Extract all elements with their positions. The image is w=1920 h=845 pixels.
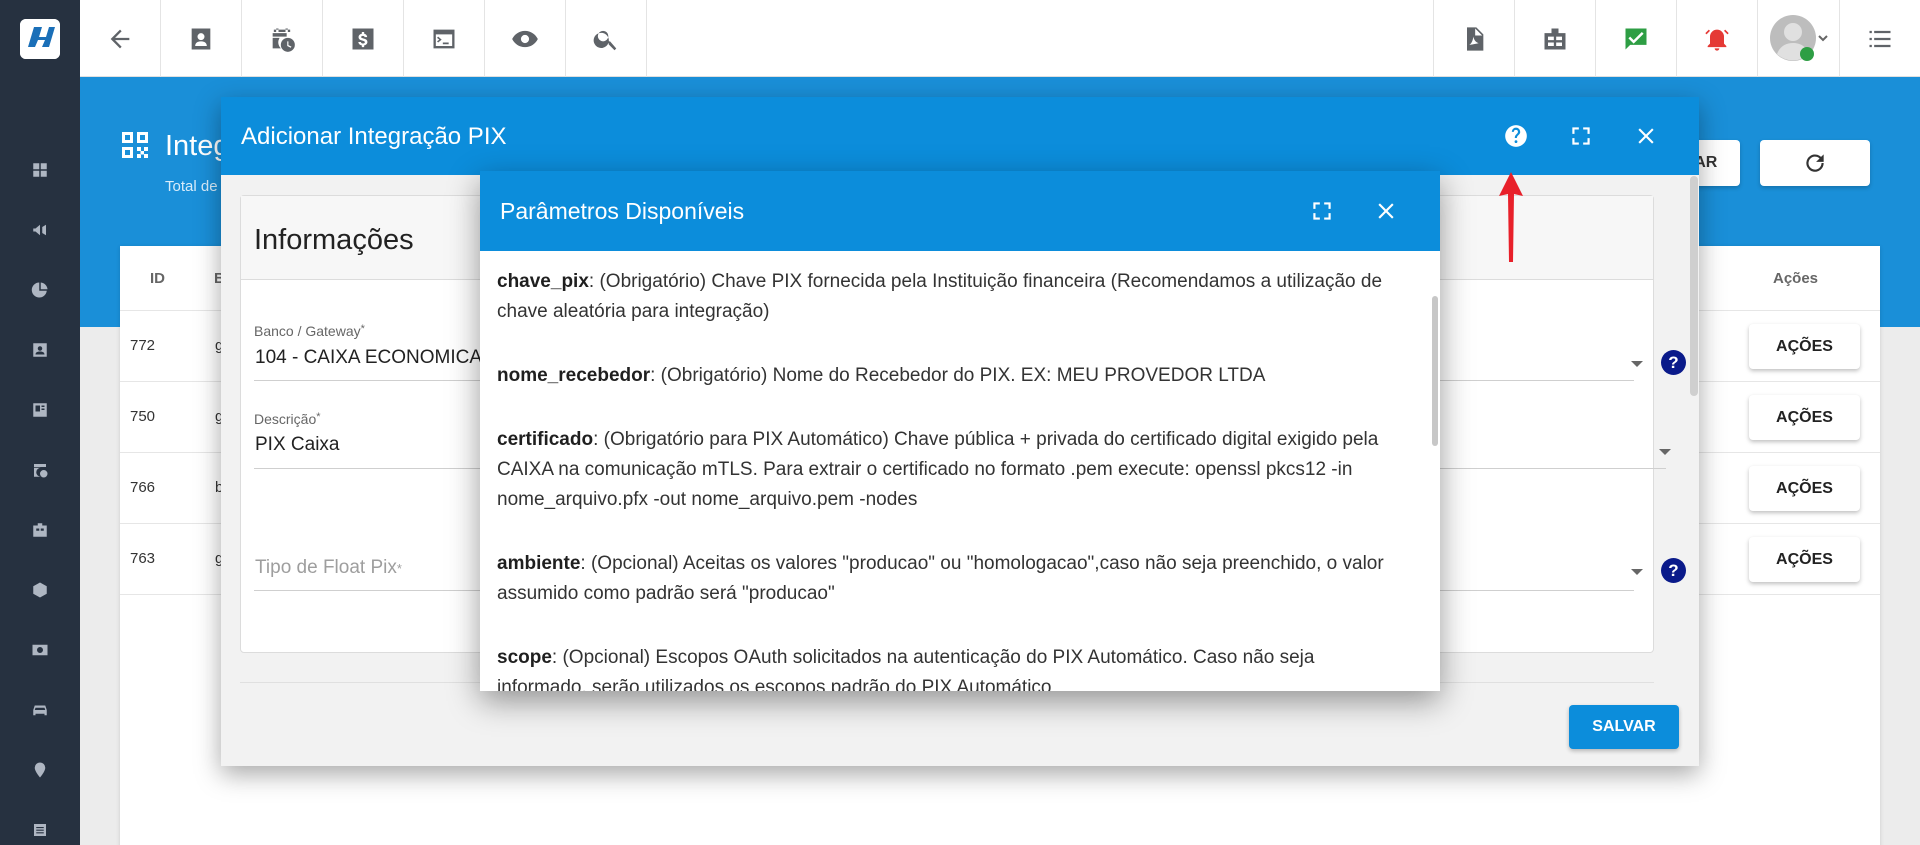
dollar-icon[interactable] [323, 0, 404, 77]
help-icon[interactable] [1502, 122, 1530, 150]
app-logo[interactable] [0, 0, 80, 77]
param-item: ambiente: (Opcional) Aceitas os valores … [497, 549, 1407, 609]
user-avatar[interactable] [1757, 0, 1839, 77]
param-description: : (Obrigatório para PIX Automático) Chav… [497, 429, 1379, 510]
params-scrollbar[interactable] [1432, 296, 1438, 446]
annotation-arrow-icon [1499, 172, 1523, 262]
logo-icon [20, 18, 60, 59]
param-name: scope [497, 647, 552, 668]
float-dropdown-caret-icon[interactable] [1631, 569, 1643, 575]
check-message-icon[interactable] [1595, 0, 1676, 77]
param-item: scope: (Opcional) Escopos OAuth solicita… [497, 643, 1407, 691]
terminal-icon[interactable] [404, 0, 485, 77]
alarm-icon[interactable] [1676, 0, 1757, 77]
fullscreen-icon[interactable] [1567, 122, 1595, 150]
param-description: : (Obrigatório) Nome do Recebedor do PIX… [650, 365, 1266, 386]
float-type-select[interactable]: Tipo de Float Pix* [255, 557, 402, 579]
bank-help-icon[interactable]: ? [1661, 350, 1686, 375]
close-icon[interactable] [1372, 197, 1400, 225]
param-item: chave_pix: (Obrigatório) Chave PIX forne… [497, 267, 1407, 327]
bank-gateway-select[interactable]: 104 - CAIXA ECONOMICA [255, 347, 482, 369]
params-list: chave_pix: (Obrigatório) Chave PIX forne… [497, 267, 1407, 691]
info-card-title: Informações [254, 224, 414, 256]
search-icon[interactable] [566, 0, 647, 77]
param-item: certificado: (Obrigatório para PIX Autom… [497, 425, 1407, 515]
dialog-scrollbar[interactable] [1690, 176, 1698, 396]
param-name: ambiente [497, 553, 581, 574]
available-parameters-dialog: Parâmetros Disponíveis chave_pix: (Obrig… [480, 171, 1440, 691]
description-label: Descrição* [254, 411, 321, 427]
bank-gateway-label: Banco / Gateway* [254, 323, 365, 339]
pdf-icon[interactable] [1433, 0, 1514, 77]
dialog-title: Adicionar Integração PIX [241, 123, 507, 150]
bank-dropdown-caret-icon[interactable] [1631, 361, 1643, 367]
param-name: certificado [497, 429, 594, 450]
contact-icon[interactable] [161, 0, 242, 77]
top-toolbar [80, 0, 1920, 77]
menu-list-icon[interactable] [1839, 0, 1920, 77]
eye-icon[interactable] [485, 0, 566, 77]
back-arrow-icon[interactable] [80, 0, 161, 77]
dialog-header: Adicionar Integração PIX [221, 97, 1699, 175]
params-dialog-header: Parâmetros Disponíveis [480, 171, 1440, 251]
param-name: chave_pix [497, 271, 589, 292]
building-icon[interactable] [1514, 0, 1595, 77]
param-description: : (Obrigatório) Chave PIX fornecida pela… [497, 271, 1383, 322]
param-description: : (Opcional) Escopos OAuth solicitados n… [497, 647, 1315, 691]
float-help-icon[interactable]: ? [1661, 558, 1686, 583]
description-input[interactable]: PIX Caixa [255, 434, 339, 456]
close-icon[interactable] [1632, 122, 1660, 150]
param-description: : (Opcional) Aceitas os valores "produca… [497, 553, 1384, 604]
params-dialog-title: Parâmetros Disponíveis [500, 198, 745, 224]
fullscreen-icon[interactable] [1308, 197, 1336, 225]
description-caret-icon[interactable] [1659, 449, 1671, 455]
calendar-clock-icon[interactable] [242, 0, 323, 77]
save-button[interactable]: SALVAR [1569, 705, 1679, 749]
param-item: nome_recebedor: (Obrigatório) Nome do Re… [497, 361, 1407, 391]
param-name: nome_recebedor [497, 365, 651, 386]
